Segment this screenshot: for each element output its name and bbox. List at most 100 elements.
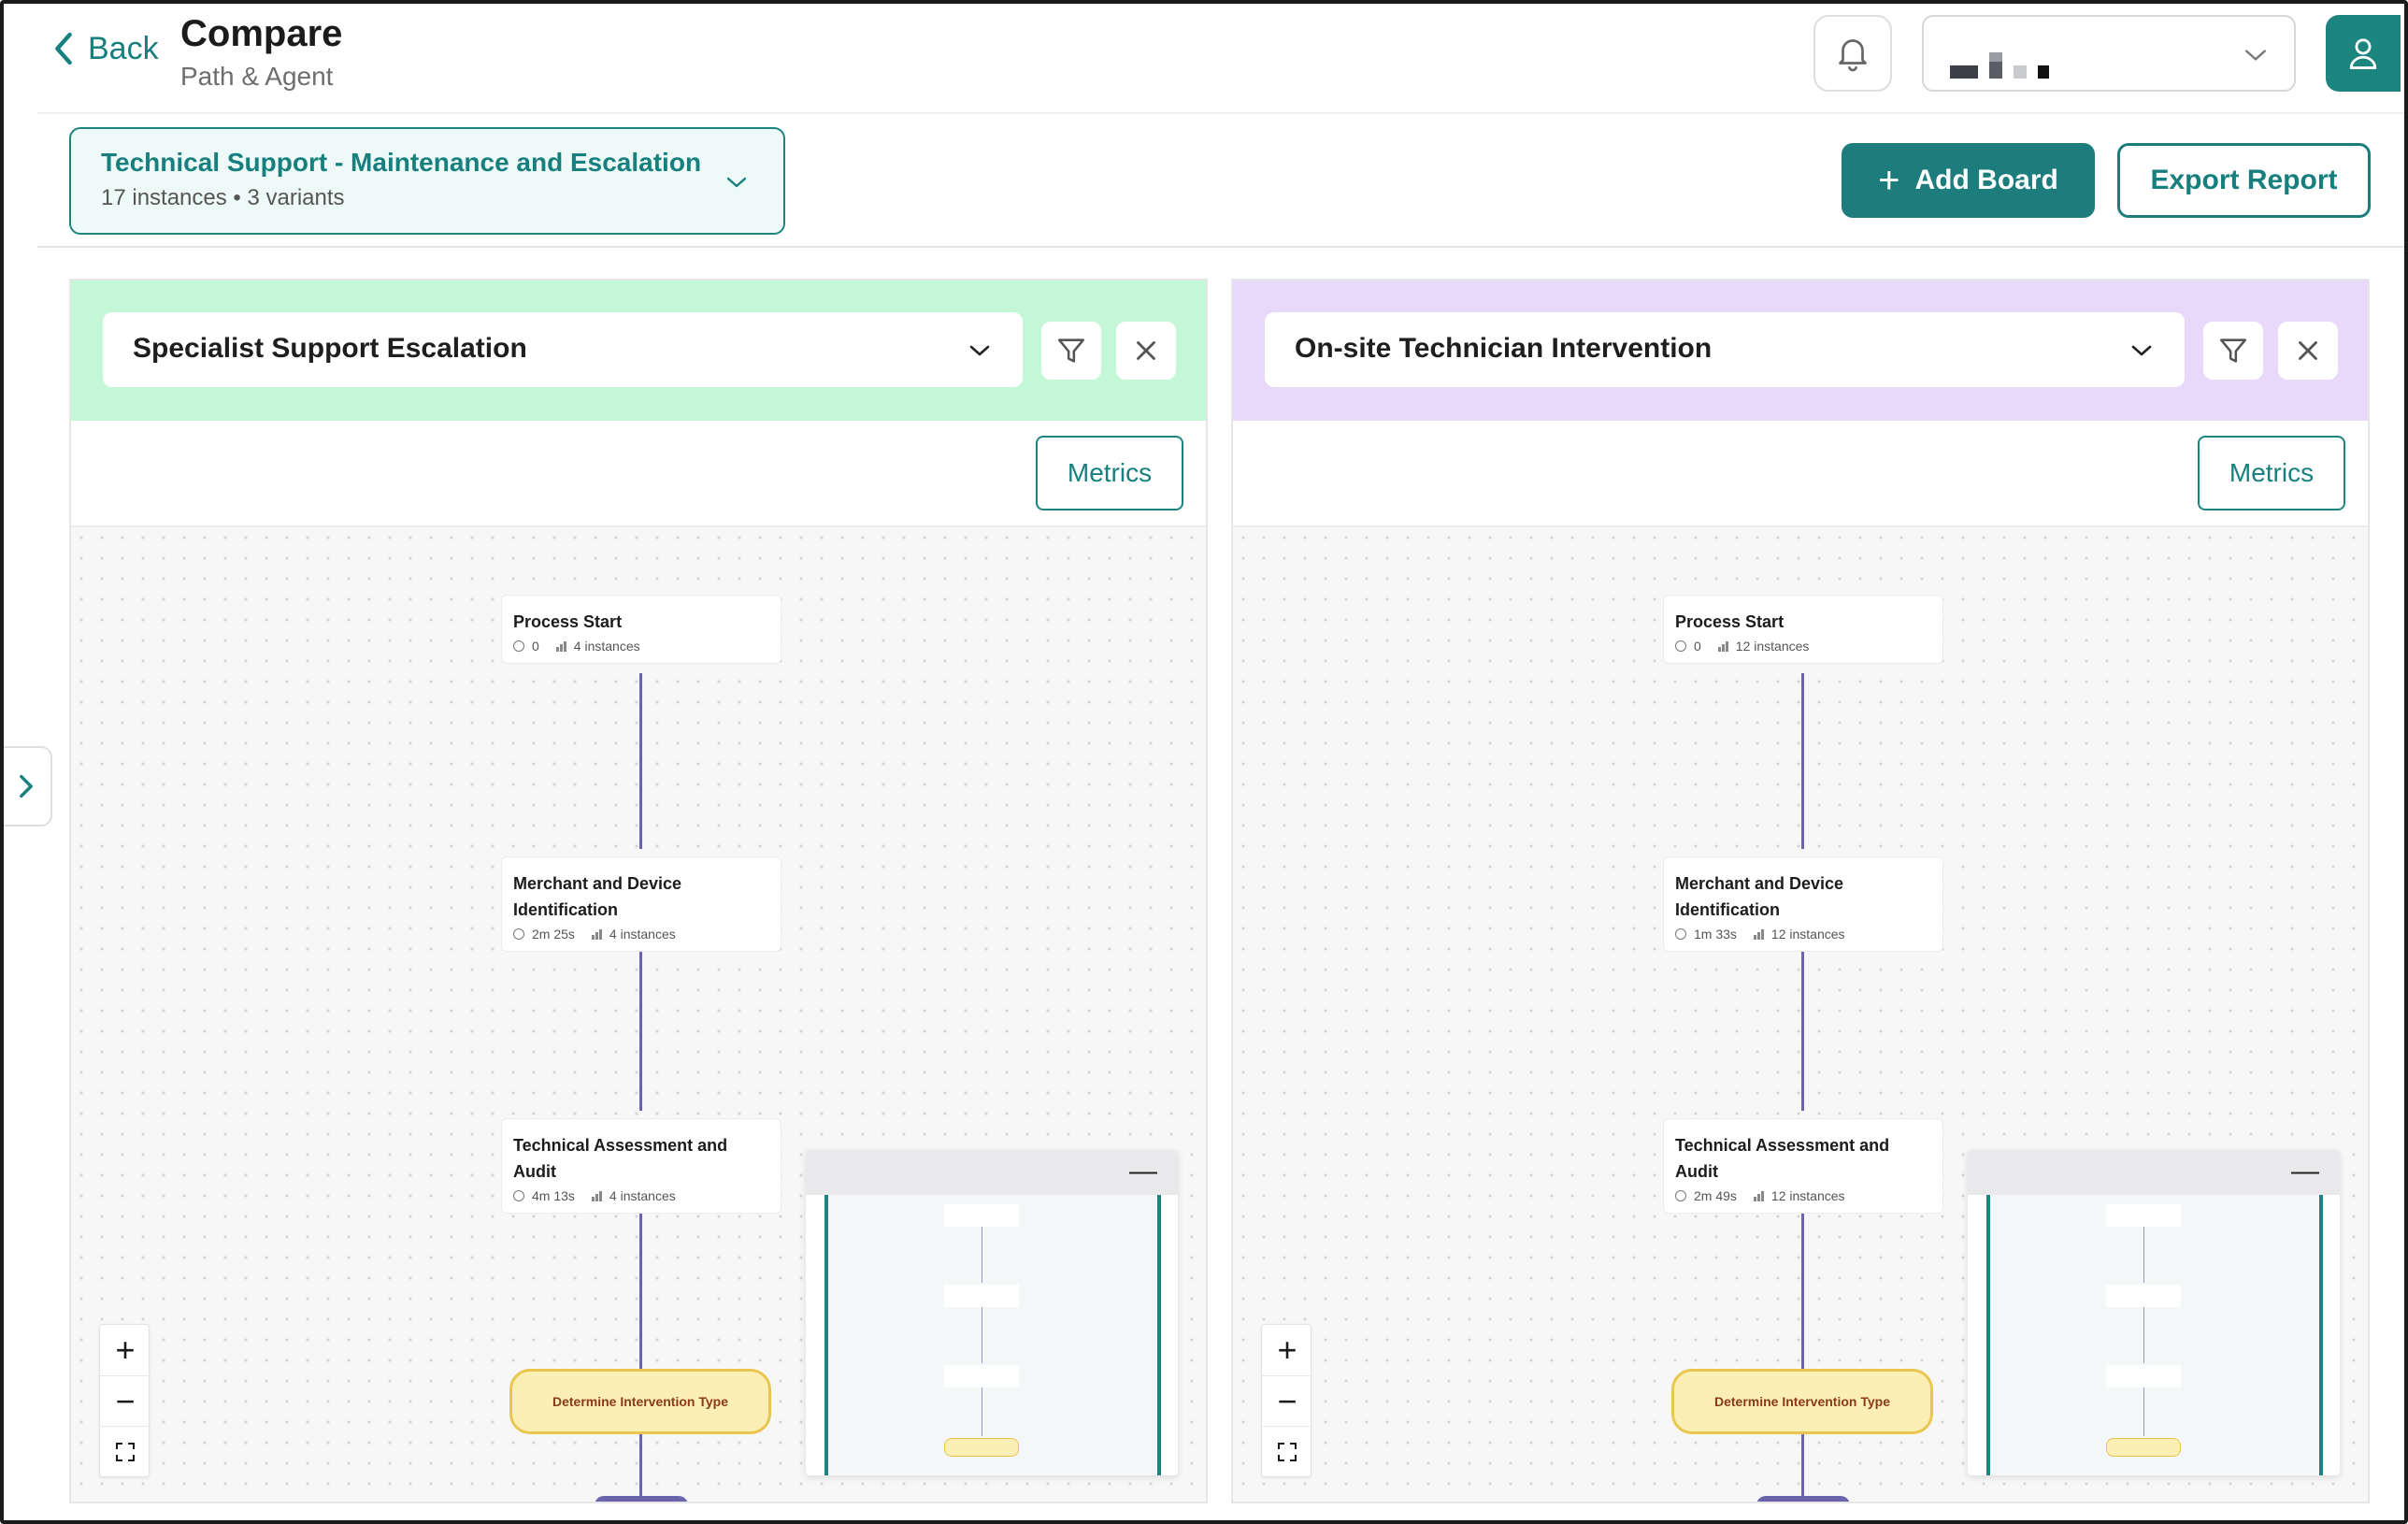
clock-icon — [513, 640, 524, 652]
minimap[interactable]: — — [1968, 1150, 2340, 1475]
decision-node[interactable]: Determine Intervention Type — [1671, 1369, 1933, 1434]
flow-node[interactable]: Merchant and Device Identification 2m 25… — [501, 856, 781, 952]
export-report-button[interactable]: Export Report — [2117, 143, 2371, 218]
node-duration: 0 — [532, 639, 539, 654]
node-instances: 12 instances — [1770, 927, 1845, 942]
variant-label: On-site Technician Intervention — [1295, 333, 1713, 364]
compare-board: On-site Technician Intervention Metrics … — [1231, 279, 2370, 1503]
user-avatar-button[interactable] — [2326, 15, 2401, 92]
minimap-header: — — [806, 1150, 1178, 1195]
node-title: Merchant and Device Identification — [1675, 874, 1844, 919]
add-board-label: Add Board — [1914, 165, 2058, 195]
node-duration: 1m 33s — [1694, 927, 1737, 942]
minimap-header: — — [1968, 1150, 2340, 1195]
close-board-button[interactable] — [1116, 322, 1176, 380]
flow-edge — [1801, 933, 1804, 1111]
plus-icon: + — [115, 1330, 136, 1369]
flow-edge — [639, 673, 642, 849]
node-duration: 4m 13s — [532, 1188, 575, 1203]
compare-board: Specialist Support Escalation Metrics Pr… — [69, 279, 1208, 1503]
variant-label: Specialist Support Escalation — [133, 333, 527, 364]
close-board-button[interactable] — [2278, 322, 2338, 380]
flow-edge — [639, 1432, 642, 1498]
bar-chart-icon — [1753, 928, 1764, 940]
zoom-out-button[interactable]: − — [1262, 1375, 1312, 1426]
flow-node[interactable]: Technical Assessment and Audit 4m 13s 4 i… — [501, 1118, 781, 1214]
process-select[interactable]: Technical Support - Maintenance and Esca… — [69, 127, 785, 235]
add-board-button[interactable]: + Add Board — [1842, 143, 2095, 218]
organization-select[interactable] — [1922, 15, 2296, 92]
chevron-right-icon — [20, 774, 33, 798]
bar-chart-icon — [591, 928, 602, 940]
zoom-in-button[interactable]: + — [100, 1325, 150, 1375]
filter-icon — [2219, 338, 2247, 363]
plus-icon: + — [1277, 1330, 1297, 1369]
minimap-viewport — [824, 1195, 1161, 1475]
process-canvas[interactable]: Process Start 0 4 instances Merchant and … — [71, 527, 1206, 1502]
page-subtitle: Path & Agent — [180, 62, 334, 91]
sidebar-expand-button[interactable] — [2, 746, 52, 827]
metrics-row: Metrics — [71, 421, 1206, 527]
node-instances: 4 instances — [609, 927, 676, 942]
minus-icon: − — [115, 1381, 136, 1420]
back-button[interactable]: Back — [50, 30, 159, 67]
fit-view-button[interactable] — [100, 1426, 150, 1476]
zoom-out-button[interactable]: − — [100, 1375, 150, 1426]
zoom-in-button[interactable]: + — [1262, 1325, 1312, 1375]
filter-icon — [1057, 338, 1085, 363]
flow-edge — [1801, 1432, 1804, 1498]
flow-edge — [639, 1195, 642, 1369]
bar-chart-icon — [1717, 640, 1728, 652]
minimize-icon[interactable]: — — [1129, 1157, 1157, 1186]
metrics-button[interactable]: Metrics — [1036, 436, 1183, 510]
chevron-down-icon — [2131, 345, 2152, 356]
page-title: Compare — [180, 13, 343, 54]
flow-edge — [1801, 673, 1804, 849]
minimap[interactable]: — — [806, 1150, 1178, 1475]
flow-edge — [1801, 1195, 1804, 1369]
fit-view-button[interactable] — [1262, 1426, 1312, 1476]
metrics-button[interactable]: Metrics — [2198, 436, 2345, 510]
flow-node[interactable] — [595, 1496, 688, 1502]
node-title: Technical Assessment and Audit — [1675, 1136, 1890, 1181]
decision-node[interactable]: Determine Intervention Type — [509, 1369, 771, 1434]
fullscreen-icon — [1278, 1442, 1297, 1461]
clock-icon — [1675, 1190, 1686, 1201]
toolbar-divider — [37, 246, 2408, 248]
process-canvas[interactable]: Process Start 0 12 instances Merchant and… — [1233, 527, 2368, 1502]
flow-node[interactable]: Process Start 0 12 instances — [1663, 595, 1943, 664]
flow-node[interactable]: Technical Assessment and Audit 2m 49s 12 … — [1663, 1118, 1943, 1214]
node-instances: 12 instances — [1735, 639, 1810, 654]
chevron-down-icon — [969, 345, 990, 356]
process-meta: 17 instances • 3 variants — [101, 185, 345, 210]
user-icon — [2349, 38, 2377, 69]
minimap-viewport — [1986, 1195, 2323, 1475]
close-icon — [2299, 341, 2317, 360]
bell-icon — [1839, 39, 1867, 72]
minimize-icon[interactable]: — — [2291, 1157, 2319, 1186]
bar-chart-icon — [555, 640, 566, 652]
organization-logo — [1950, 39, 2081, 82]
node-title: Technical Assessment and Audit — [513, 1136, 728, 1181]
variant-select[interactable]: On-site Technician Intervention — [1265, 312, 2185, 387]
zoom-controls: + − — [99, 1324, 150, 1477]
metrics-row: Metrics — [1233, 421, 2368, 527]
plus-icon: + — [1878, 160, 1900, 201]
notifications-button[interactable] — [1813, 15, 1892, 92]
chevron-down-icon — [726, 177, 747, 188]
node-title: Process Start — [513, 612, 623, 631]
close-icon — [1137, 341, 1155, 360]
filter-button[interactable] — [1041, 322, 1101, 380]
node-duration: 2m 49s — [1694, 1188, 1737, 1203]
node-title: Merchant and Device Identification — [513, 874, 682, 919]
flow-node[interactable]: Merchant and Device Identification 1m 33… — [1663, 856, 1943, 952]
filter-button[interactable] — [2203, 322, 2263, 380]
node-instances: 12 instances — [1770, 1188, 1845, 1203]
process-title: Technical Support - Maintenance and Esca… — [101, 148, 702, 177]
header-divider — [37, 112, 2408, 114]
clock-icon — [1675, 640, 1686, 652]
zoom-controls: + − — [1261, 1324, 1312, 1477]
flow-node[interactable] — [1756, 1496, 1850, 1502]
variant-select[interactable]: Specialist Support Escalation — [103, 312, 1023, 387]
flow-node[interactable]: Process Start 0 4 instances — [501, 595, 781, 664]
